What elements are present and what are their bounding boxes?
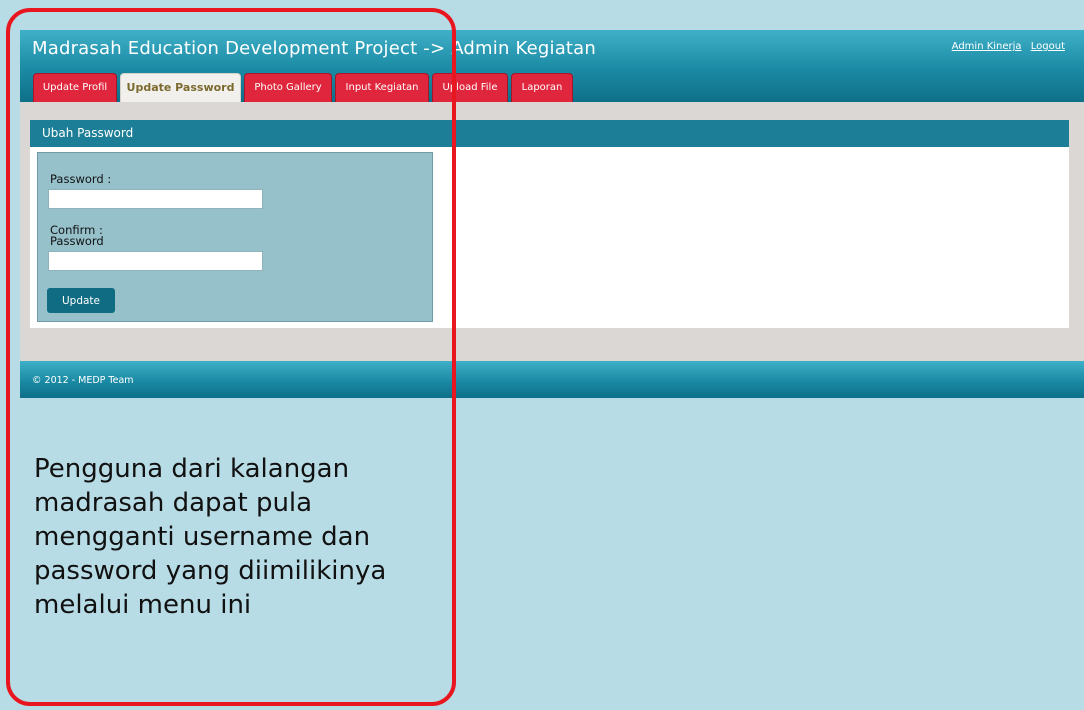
change-password-panel: Ubah Password Password : Confirm : Passw… — [30, 120, 1069, 328]
app-window: Madrasah Education Development Project -… — [20, 30, 1084, 398]
user-links: Admin Kinerja Logout — [946, 41, 1065, 52]
update-button[interactable]: Update — [47, 288, 115, 313]
password-input[interactable] — [48, 189, 263, 209]
logout-link[interactable]: Logout — [1031, 41, 1065, 52]
password-label: Password : — [50, 172, 112, 186]
confirm-password-input[interactable] — [48, 251, 263, 271]
panel-title: Ubah Password — [30, 120, 1069, 147]
slide-caption: Pengguna dari kalangan madrasah dapat pu… — [34, 454, 387, 620]
tab-update-profil[interactable]: Update Profil — [33, 73, 117, 102]
footer-copyright: © 2012 - MEDP Team — [32, 375, 134, 386]
tab-update-password[interactable]: Update Password — [120, 73, 241, 102]
confirm-label-line2: Password — [50, 234, 104, 248]
footer-bar: © 2012 - MEDP Team — [20, 361, 1084, 398]
app-title: Madrasah Education Development Project -… — [32, 38, 597, 59]
tab-input-kegiatan[interactable]: Input Kegiatan — [335, 73, 429, 102]
tab-upload-file[interactable]: Upload File — [432, 73, 508, 102]
password-form: Password : Confirm : Password Update — [37, 152, 433, 322]
account-link[interactable]: Admin Kinerja — [952, 41, 1022, 52]
header-bar: Madrasah Education Development Project -… — [20, 30, 1084, 102]
content-area: Ubah Password Password : Confirm : Passw… — [20, 102, 1084, 361]
tab-laporan[interactable]: Laporan — [511, 73, 573, 102]
tab-photo-gallery[interactable]: Photo Gallery — [244, 73, 332, 102]
